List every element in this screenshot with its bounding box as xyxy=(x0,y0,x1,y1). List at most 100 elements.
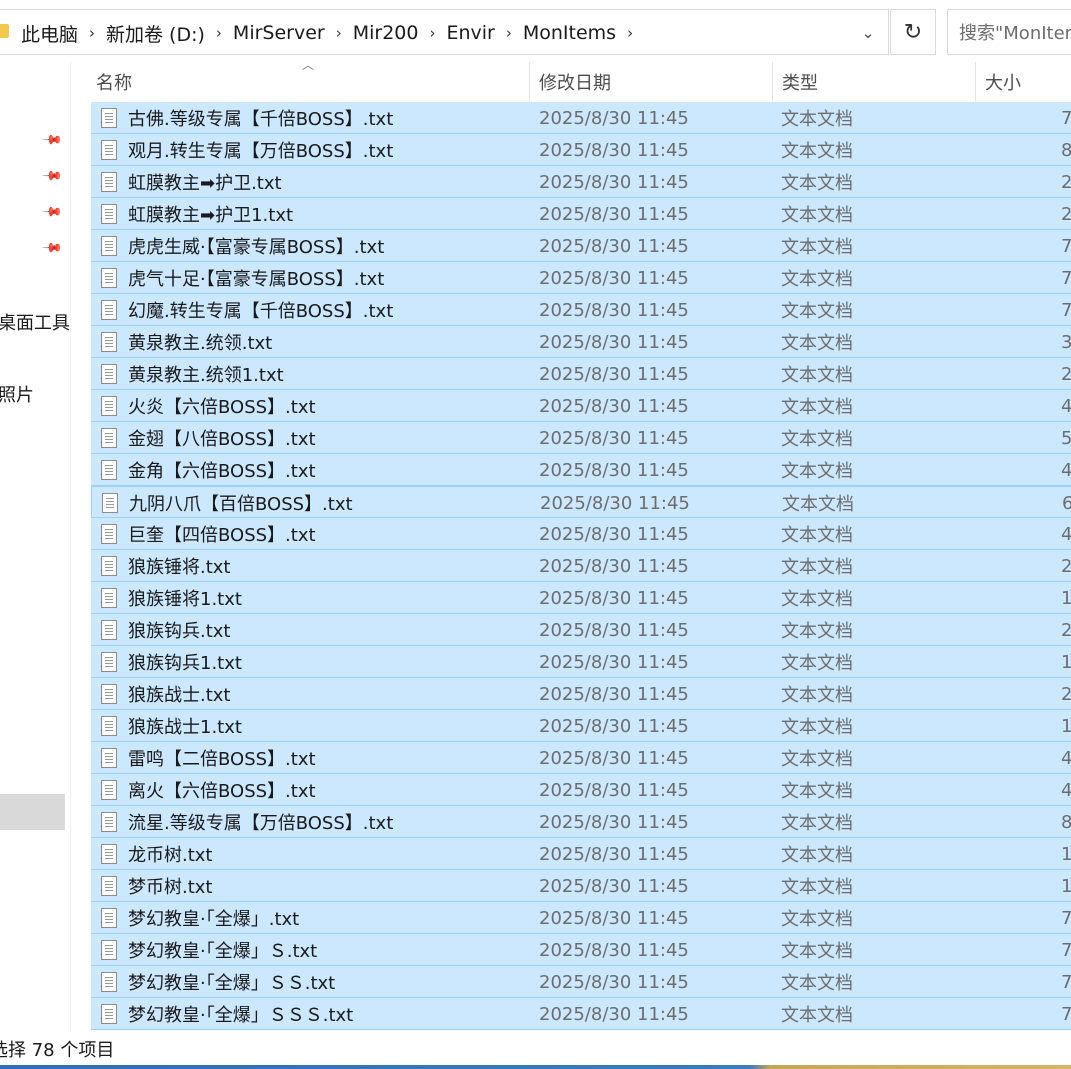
file-row[interactable]: 狼族钩兵.txt 2025/8/30 11:45 文本文档 2 xyxy=(91,614,1071,646)
file-name: 古佛.等级专属【千倍BOSS】.txt xyxy=(128,109,394,130)
file-type: 文本文档 xyxy=(781,685,853,706)
file-row[interactable]: 黄泉教主.统领1.txt 2025/8/30 11:45 文本文档 2 xyxy=(91,358,1071,390)
file-type: 文本文档 xyxy=(781,1005,853,1026)
file-size: 2 xyxy=(1061,683,1071,705)
file-row[interactable]: 狼族锤将1.txt 2025/8/30 11:45 文本文档 1 xyxy=(91,582,1071,614)
breadcrumb-envir[interactable]: Envir xyxy=(446,22,494,44)
text-file-icon xyxy=(101,620,117,640)
file-size: 7 xyxy=(1061,299,1071,321)
file-size: 1 xyxy=(1061,875,1071,897)
nav-item-photos[interactable]: 照片 xyxy=(0,381,34,407)
file-type: 文本文档 xyxy=(781,813,853,834)
file-row[interactable]: 狼族战士.txt 2025/8/30 11:45 文本文档 2 xyxy=(91,678,1071,710)
breadcrumb-mirserver[interactable]: MirServer xyxy=(233,22,325,44)
text-file-icon xyxy=(101,236,117,256)
file-row[interactable]: 虎气十足·【富豪专属BOSS】.txt 2025/8/30 11:45 文本文档 7 xyxy=(91,262,1071,294)
file-name: 虹膜教主➡护卫.txt xyxy=(128,173,282,194)
breadcrumb-chevron-icon[interactable]: › xyxy=(325,24,353,42)
text-file-icon xyxy=(101,716,117,736)
file-row[interactable]: 巨奎【四倍BOSS】.txt 2025/8/30 11:45 文本文档 4 xyxy=(91,518,1071,550)
file-row[interactable]: 虹膜教主➡护卫1.txt 2025/8/30 11:45 文本文档 2 xyxy=(91,198,1071,230)
file-row[interactable]: 离火【六倍BOSS】.txt 2025/8/30 11:45 文本文档 4 xyxy=(91,774,1071,806)
column-header-name[interactable]: 名称 xyxy=(88,62,528,102)
chevron-down-icon[interactable]: ⌄ xyxy=(856,21,880,45)
file-row[interactable]: 梦幻教皇·「全爆」ＳＳＳ.txt 2025/8/30 11:45 文本文档 7 xyxy=(91,998,1071,1030)
breadcrumb-chevron-icon[interactable]: › xyxy=(495,24,523,42)
nav-item-desktop-tools[interactable]: 桌面工具 xyxy=(0,309,70,335)
file-size: 7 xyxy=(1061,1003,1071,1025)
file-modified-date: 2025/8/30 11:45 xyxy=(539,779,689,801)
file-row[interactable]: 火炎【六倍BOSS】.txt 2025/8/30 11:45 文本文档 4 xyxy=(91,390,1071,422)
file-row[interactable]: 梦幻教皇·「全爆」.txt 2025/8/30 11:45 文本文档 7 xyxy=(91,902,1071,934)
file-modified-date: 2025/8/30 11:45 xyxy=(540,492,690,514)
search-input[interactable]: 搜索"MonItems" xyxy=(947,9,1071,55)
file-row[interactable]: 流星.等级专属【万倍BOSS】.txt 2025/8/30 11:45 文本文档 8 xyxy=(91,806,1071,838)
text-file-icon xyxy=(101,300,117,320)
file-row[interactable]: 狼族锤将.txt 2025/8/30 11:45 文本文档 2 xyxy=(91,550,1071,582)
file-name: 狼族钩兵1.txt xyxy=(128,653,242,674)
file-type: 文本文档 xyxy=(781,237,853,258)
file-type: 文本文档 xyxy=(781,589,853,610)
breadcrumb-monitems[interactable]: MonItems xyxy=(523,22,616,44)
text-file-icon xyxy=(101,396,117,416)
file-row[interactable]: 观月.转生专属【万倍BOSS】.txt 2025/8/30 11:45 文本文档 8 xyxy=(91,134,1071,166)
text-file-icon xyxy=(101,652,117,672)
pin-icon: 📌 xyxy=(40,164,64,188)
file-row[interactable]: 梦幻教皇·「全爆」Ｓ.txt 2025/8/30 11:45 文本文档 7 xyxy=(91,934,1071,966)
file-row[interactable]: 狼族战士1.txt 2025/8/30 11:45 文本文档 1 xyxy=(91,710,1071,742)
file-name: 九阴八爪【百倍BOSS】.txt xyxy=(129,494,353,515)
file-name: 金翅【八倍BOSS】.txt xyxy=(128,429,316,450)
pin-icon: 📌 xyxy=(40,200,64,224)
file-type: 文本文档 xyxy=(781,877,853,898)
file-size: 7 xyxy=(1061,267,1071,289)
column-header-type[interactable]: 类型 xyxy=(774,62,974,102)
text-file-icon xyxy=(101,844,117,864)
file-row[interactable]: 狼族钩兵1.txt 2025/8/30 11:45 文本文档 1 xyxy=(91,646,1071,678)
file-row[interactable]: 黄泉教主.统领.txt 2025/8/30 11:45 文本文档 3 xyxy=(91,326,1071,358)
file-size: 1 xyxy=(1061,587,1071,609)
file-row[interactable]: 雷鸣【二倍BOSS】.txt 2025/8/30 11:45 文本文档 4 xyxy=(91,742,1071,774)
breadcrumb-chevron-icon[interactable]: › xyxy=(205,24,233,42)
column-divider[interactable] xyxy=(772,62,773,102)
file-size: 7 xyxy=(1061,107,1071,129)
breadcrumb-chevron-icon[interactable]: › xyxy=(616,24,644,42)
file-modified-date: 2025/8/30 11:45 xyxy=(539,331,689,353)
file-row[interactable]: 龙币树.txt 2025/8/30 11:45 文本文档 1 xyxy=(91,838,1071,870)
column-divider[interactable] xyxy=(975,62,976,102)
breadcrumb-mir200[interactable]: Mir200 xyxy=(353,22,419,44)
file-modified-date: 2025/8/30 11:45 xyxy=(539,459,689,481)
breadcrumb-chevron-icon[interactable]: › xyxy=(78,24,106,42)
pane-divider[interactable] xyxy=(70,62,71,1032)
file-row[interactable]: 金翅【八倍BOSS】.txt 2025/8/30 11:45 文本文档 5 xyxy=(91,422,1071,454)
text-file-icon xyxy=(101,140,117,160)
file-type: 文本文档 xyxy=(781,109,853,130)
file-row[interactable]: 金角【六倍BOSS】.txt 2025/8/30 11:45 文本文档 4 xyxy=(91,454,1071,486)
column-header-size[interactable]: 大小 xyxy=(977,62,1071,102)
breadcrumb-drive-d[interactable]: 新加卷 (D:) xyxy=(106,20,205,47)
file-row[interactable]: 幻魔.转生专属【千倍BOSS】.txt 2025/8/30 11:45 文本文档 7 xyxy=(91,294,1071,326)
breadcrumb-this-pc[interactable]: 此电脑 xyxy=(21,20,78,47)
nav-item-selected[interactable] xyxy=(0,794,65,830)
column-header-modified[interactable]: 修改日期 xyxy=(531,62,771,102)
file-name: 狼族锤将1.txt xyxy=(128,589,242,610)
text-file-icon xyxy=(101,108,117,128)
file-row[interactable]: 虎虎生威·【富豪专属BOSS】.txt 2025/8/30 11:45 文本文档 7 xyxy=(91,230,1071,262)
file-row[interactable]: 虹膜教主➡护卫.txt 2025/8/30 11:45 文本文档 2 xyxy=(91,166,1071,198)
file-size: 6 xyxy=(1062,492,1071,514)
file-name: 狼族战士1.txt xyxy=(128,717,242,738)
breadcrumb-chevron-icon[interactable]: › xyxy=(418,24,446,42)
text-file-icon xyxy=(101,268,117,288)
column-divider[interactable] xyxy=(529,62,530,102)
file-row[interactable]: 梦幻教皇·「全爆」ＳＳ.txt 2025/8/30 11:45 文本文档 7 xyxy=(91,966,1071,998)
file-modified-date: 2025/8/30 11:45 xyxy=(539,555,689,577)
status-bar: 选择 78 个项目 xyxy=(0,1032,1071,1065)
breadcrumb: 此电脑 › 新加卷 (D:) › MirServer › Mir200 › En… xyxy=(21,10,644,56)
address-bar[interactable]: 此电脑 › 新加卷 (D:) › MirServer › Mir200 › En… xyxy=(0,9,889,55)
file-row[interactable]: 九阴八爪【百倍BOSS】.txt 2025/8/30 11:45 文本文档 6 xyxy=(91,486,1071,518)
file-size: 8 xyxy=(1061,139,1071,161)
file-type: 文本文档 xyxy=(781,653,853,674)
file-row[interactable]: 古佛.等级专属【千倍BOSS】.txt 2025/8/30 11:45 文本文档 7 xyxy=(91,102,1071,134)
file-row[interactable]: 梦币树.txt 2025/8/30 11:45 文本文档 1 xyxy=(91,870,1071,902)
refresh-button[interactable]: ↻ xyxy=(890,9,936,55)
column-headers: ︿ 名称 修改日期 类型 大小 xyxy=(88,58,1071,102)
